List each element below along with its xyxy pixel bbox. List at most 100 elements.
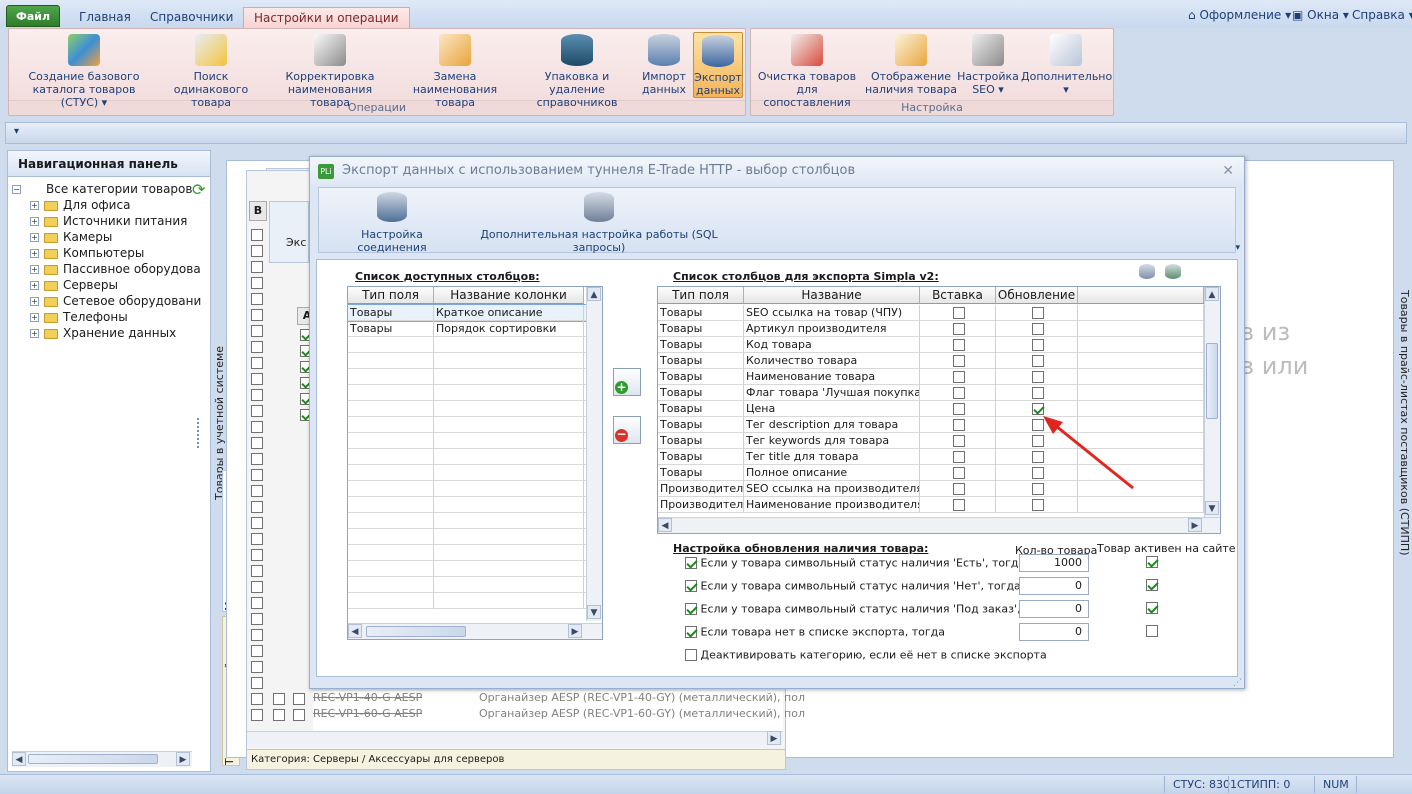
row-select-checkbox[interactable] — [293, 709, 305, 721]
availability-rule-row[interactable]: Если у товара символьный статус наличия … — [685, 579, 1021, 593]
export-row[interactable]: Производители Наименование производителя — [658, 497, 1204, 513]
available-vscrollbar[interactable]: ▲ ▼ — [586, 287, 602, 621]
availability-qty-input[interactable]: 1000 — [1019, 554, 1089, 572]
expand-icon[interactable]: + — [30, 201, 39, 210]
tree-item[interactable]: + Пассивное оборудова — [30, 261, 201, 277]
update-checkbox[interactable] — [1031, 355, 1044, 367]
available-hscrollbar[interactable]: ◀ ▶ — [348, 623, 602, 639]
refresh-icon[interactable]: ⟳ — [192, 180, 205, 199]
product-active-checkbox[interactable] — [1146, 579, 1158, 591]
expand-icon[interactable]: + — [30, 233, 39, 242]
nav-hscrollbar[interactable]: ◀ ▶ — [12, 751, 192, 767]
create-base-catalog-button[interactable]: Создание базового каталога товаров (СТУС… — [13, 32, 155, 109]
row-select-checkbox[interactable] — [251, 325, 263, 337]
insert-checkbox[interactable] — [952, 323, 965, 335]
row-select-checkbox[interactable] — [251, 709, 263, 721]
find-same-product-button[interactable]: Поиск одинакового товара — [155, 32, 267, 109]
tree-item[interactable]: + Хранение данных — [30, 325, 176, 341]
show-availability-button[interactable]: Отображение наличия товара — [865, 32, 957, 98]
scroll-right-icon[interactable]: ▶ — [767, 731, 781, 745]
add-column-button[interactable]: + — [613, 368, 641, 396]
row-select-checkbox[interactable] — [251, 645, 263, 657]
availability-rule-row[interactable]: Если у товара символьный статус наличия … — [685, 602, 1057, 616]
expand-icon[interactable]: + — [30, 265, 39, 274]
row-select-checkbox[interactable] — [251, 597, 263, 609]
menu-windows[interactable]: ▣ Окна ▾ — [1292, 8, 1349, 22]
insert-checkbox[interactable] — [952, 355, 965, 367]
chevron-down-icon[interactable]: ▾ — [14, 126, 19, 137]
insert-checkbox[interactable] — [952, 467, 965, 479]
connection-settings-button[interactable]: Настройка соединения — [329, 192, 455, 254]
insert-checkbox[interactable] — [952, 387, 965, 399]
toolbar-overflow-icon[interactable]: ▾ — [1235, 243, 1240, 253]
export-data-button[interactable]: Экспорт данных — [693, 32, 743, 98]
row-select-checkbox[interactable] — [251, 549, 263, 561]
update-checkbox[interactable] — [1031, 307, 1044, 319]
row-select-checkbox[interactable] — [251, 373, 263, 385]
available-header-type[interactable]: Тип поля — [348, 287, 434, 304]
menu-theme[interactable]: ⌂ Оформление ▾ — [1188, 8, 1291, 22]
product-active-checkbox[interactable] — [1146, 625, 1158, 637]
tree-root[interactable]: − Все категории товаров — [12, 181, 192, 197]
row-select-checkbox[interactable] — [251, 661, 263, 673]
bg-row-2[interactable]: REC-VP1-60-G AESP Органайзер AESP (REC-VP… — [313, 707, 805, 720]
menu-help[interactable]: Справка ▾ — [1352, 8, 1412, 22]
remove-column-button[interactable]: − — [613, 416, 641, 444]
update-checkbox[interactable] — [1031, 499, 1044, 511]
row-select-checkbox[interactable] — [251, 261, 263, 273]
row-select-checkbox[interactable] — [251, 405, 263, 417]
availability-rule-row[interactable]: Если товара нет в списке экспорта, тогда — [685, 625, 945, 639]
bg-hscrollbar[interactable]: ▶ — [247, 731, 783, 745]
product-active-checkbox[interactable] — [1146, 556, 1158, 568]
row-select-checkbox[interactable] — [251, 277, 263, 289]
tab-file[interactable]: Файл — [6, 5, 60, 27]
row-select-checkbox[interactable] — [251, 389, 263, 401]
row-select-checkbox[interactable] — [293, 693, 305, 705]
export-db-small-icon[interactable] — [1165, 264, 1181, 279]
expand-icon[interactable]: + — [30, 313, 39, 322]
deactivate-category-row[interactable]: Деактивировать категорию, если её нет в … — [685, 648, 1047, 662]
available-scroll-thumb[interactable] — [366, 626, 466, 637]
row-select-checkbox[interactable] — [251, 533, 263, 545]
insert-checkbox[interactable] — [952, 435, 965, 447]
availability-rule-row[interactable]: Если у товара символьный статус наличия … — [685, 556, 1025, 570]
pack-delete-refs-button[interactable]: Упаковка и удаление справочников — [519, 32, 635, 109]
import-data-button[interactable]: Импорт данных — [639, 32, 689, 98]
scroll-down-icon[interactable]: ▼ — [1205, 501, 1219, 515]
row-select-checkbox[interactable] — [251, 245, 263, 257]
tab-settings-operations[interactable]: Настройки и операции — [243, 7, 410, 28]
update-checkbox[interactable] — [1031, 323, 1044, 335]
row-select-checkbox[interactable] — [251, 501, 263, 513]
scroll-left-icon[interactable]: ◀ — [348, 624, 362, 638]
availability-rule-checkbox[interactable] — [685, 557, 697, 569]
row-select-checkbox[interactable] — [251, 341, 263, 353]
nav-scroll-thumb[interactable] — [28, 754, 158, 764]
update-checkbox[interactable] — [1031, 387, 1044, 399]
insert-checkbox[interactable] — [952, 451, 965, 463]
row-select-checkbox[interactable] — [251, 485, 263, 497]
row-select-checkbox[interactable] — [273, 693, 285, 705]
scroll-right-icon[interactable]: ▶ — [176, 752, 190, 766]
row-select-checkbox[interactable] — [251, 453, 263, 465]
scroll-left-icon[interactable]: ◀ — [658, 518, 672, 532]
row-select-checkbox[interactable] — [273, 709, 285, 721]
expand-icon[interactable]: + — [30, 281, 39, 290]
update-checkbox[interactable] — [1031, 339, 1044, 351]
insert-checkbox[interactable] — [952, 483, 965, 495]
insert-checkbox[interactable] — [952, 307, 965, 319]
side-tab-supplier-prices[interactable]: Товары в прайс-листах поставщиков (СТИПП… — [1393, 290, 1411, 556]
export-header-type[interactable]: Тип поля — [658, 287, 744, 304]
export-row[interactable]: Товары Наименование товара — [658, 369, 1204, 385]
available-row[interactable]: Товары Краткое описание — [348, 304, 587, 322]
row-select-checkbox[interactable] — [251, 437, 263, 449]
export-row[interactable]: Товары Флаг товара 'Лучшая покупка' — [658, 385, 1204, 401]
close-icon[interactable]: ✕ — [1222, 163, 1234, 179]
additional-button[interactable]: Дополнительно ▾ — [1021, 32, 1112, 98]
scroll-down-icon[interactable]: ▼ — [587, 605, 601, 619]
row-select-checkbox[interactable] — [251, 309, 263, 321]
export-row[interactable]: Товары Количество товара — [658, 353, 1204, 369]
insert-checkbox[interactable] — [952, 371, 965, 383]
bg-row-1[interactable]: REC-VP1-40-G AESP Органайзер AESP (REC-VP… — [313, 691, 805, 704]
availability-rule-checkbox[interactable] — [685, 580, 697, 592]
row-select-checkbox[interactable] — [251, 613, 263, 625]
